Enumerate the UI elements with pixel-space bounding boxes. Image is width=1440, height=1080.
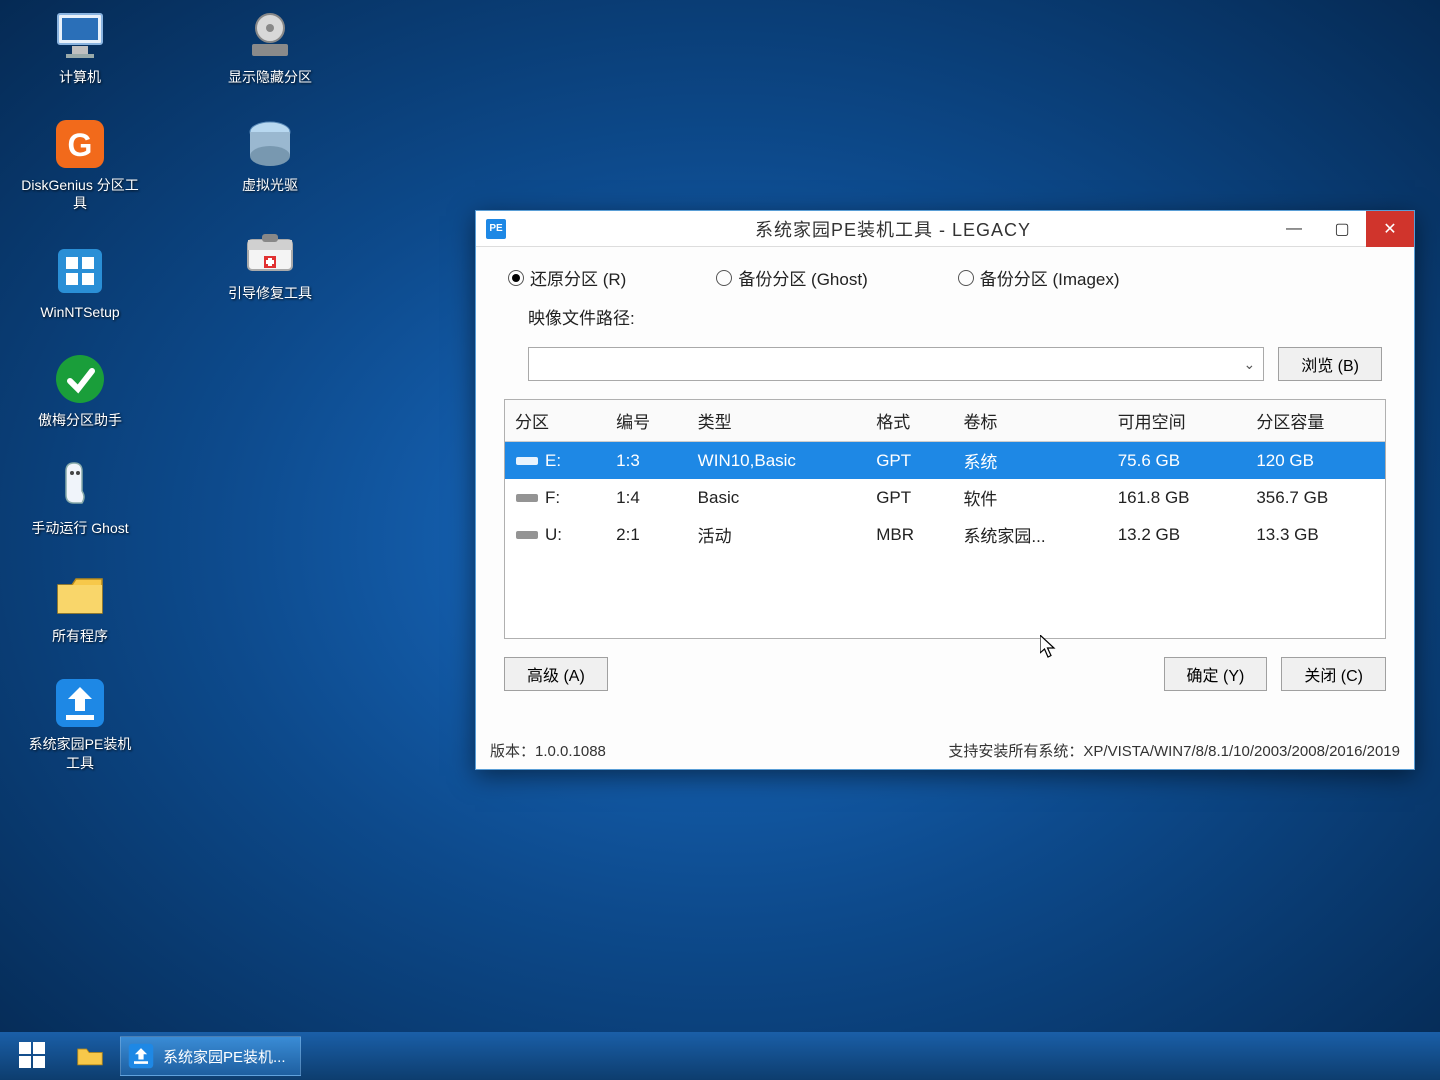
boot-repair-icon bbox=[242, 224, 298, 280]
col-header[interactable]: 格式 bbox=[866, 400, 953, 442]
window-controls: — ▢ ✕ bbox=[1270, 211, 1414, 247]
image-path-label: 映像文件路径: bbox=[528, 304, 635, 329]
desktop-icon-aomei-partition[interactable]: 傲梅分区助手 bbox=[20, 351, 140, 429]
col-header[interactable]: 分区 bbox=[505, 400, 606, 442]
col-header[interactable]: 类型 bbox=[688, 400, 867, 442]
image-path-row: 映像文件路径: bbox=[498, 304, 1392, 347]
pe-installer-icon bbox=[52, 675, 108, 731]
diskgenius-icon: G bbox=[52, 116, 108, 172]
app-icon: PE bbox=[486, 219, 506, 239]
window-content: 还原分区 (R) 备份分区 (Ghost) 备份分区 (Imagex) 映像文件… bbox=[476, 247, 1414, 726]
disk-icon bbox=[515, 528, 539, 542]
desktop-icon-label: WinNTSetup bbox=[40, 303, 119, 321]
col-header[interactable]: 编号 bbox=[606, 400, 688, 442]
taskbar-pe-installer[interactable]: 系统家园PE装机... bbox=[120, 1036, 301, 1076]
close-dialog-button[interactable]: 关闭 (C) bbox=[1281, 657, 1386, 691]
start-button[interactable] bbox=[6, 1036, 60, 1076]
disk-icon bbox=[515, 491, 539, 505]
table-row[interactable]: E:1:3WIN10,BasicGPT系统75.6 GB120 GB bbox=[505, 442, 1385, 480]
table-row[interactable]: F:1:4BasicGPT软件161.8 GB356.7 GB bbox=[505, 479, 1385, 516]
installer-icon bbox=[127, 1042, 155, 1070]
radio-backup-ghost-label: 备份分区 (Ghost) bbox=[738, 265, 867, 290]
windows-logo-icon bbox=[19, 1042, 47, 1070]
show-hidden-partition-icon bbox=[242, 8, 298, 64]
desktop-icon-manual-ghost[interactable]: 手动运行 Ghost bbox=[20, 459, 140, 537]
desktop-icon-computer[interactable]: 计算机 bbox=[20, 8, 140, 86]
radio-dot-icon bbox=[508, 270, 524, 286]
mode-radio-group: 还原分区 (R) 备份分区 (Ghost) 备份分区 (Imagex) bbox=[498, 265, 1392, 304]
partition-table-wrap: 分区编号类型格式卷标可用空间分区容量 E:1:3WIN10,BasicGPT系统… bbox=[504, 399, 1386, 639]
browse-button[interactable]: 浏览 (B) bbox=[1278, 347, 1382, 381]
radio-restore-label: 还原分区 (R) bbox=[530, 265, 626, 290]
window-title: 系统家园PE装机工具 - LEGACY bbox=[516, 216, 1270, 242]
advanced-button[interactable]: 高级 (A) bbox=[504, 657, 608, 691]
aomei-partition-icon bbox=[52, 351, 108, 407]
pe-installer-window: PE 系统家园PE装机工具 - LEGACY — ▢ ✕ 还原分区 (R) 备份… bbox=[475, 210, 1415, 770]
desktop-icon-label: 傲梅分区助手 bbox=[38, 411, 122, 429]
winntsetup-icon bbox=[52, 243, 108, 299]
all-programs-icon bbox=[52, 567, 108, 623]
svg-text:G: G bbox=[68, 127, 93, 163]
disk-icon bbox=[515, 454, 539, 468]
taskbar-file-explorer[interactable] bbox=[66, 1036, 114, 1076]
close-button[interactable]: ✕ bbox=[1366, 211, 1414, 247]
desktop-icon-virtual-drive[interactable]: 虚拟光驱 bbox=[210, 116, 330, 194]
radio-backup-ghost[interactable]: 备份分区 (Ghost) bbox=[716, 265, 867, 290]
radio-restore[interactable]: 还原分区 (R) bbox=[508, 265, 626, 290]
maximize-button[interactable]: ▢ bbox=[1318, 211, 1366, 247]
desktop-icon-show-hidden-partition[interactable]: 显示隐藏分区 bbox=[210, 8, 330, 86]
desktop-icon-label: DiskGenius 分区工具 bbox=[20, 176, 140, 212]
col-header[interactable]: 可用空间 bbox=[1108, 400, 1247, 442]
desktop-icon-label: 手动运行 Ghost bbox=[31, 519, 128, 537]
desktop-icon-label: 引导修复工具 bbox=[228, 284, 312, 302]
minimize-button[interactable]: — bbox=[1270, 211, 1318, 247]
virtual-drive-icon bbox=[242, 116, 298, 172]
desktop-icon-label: 计算机 bbox=[59, 68, 101, 86]
desktop-icon-boot-repair[interactable]: 引导修复工具 bbox=[210, 224, 330, 302]
version-label: 版本：1.0.0.1088 bbox=[490, 740, 606, 761]
manual-ghost-icon bbox=[52, 459, 108, 515]
desktop-icon-pe-installer[interactable]: 系统家园PE装机 工具 bbox=[20, 675, 140, 771]
desktop-icon-all-programs[interactable]: 所有程序 bbox=[20, 567, 140, 645]
desktop-icon-label: 系统家园PE装机 工具 bbox=[20, 735, 140, 771]
desktop-icon-label: 所有程序 bbox=[52, 627, 108, 645]
image-path-input-row: ⌄ 浏览 (B) bbox=[498, 347, 1392, 399]
radio-dot-icon bbox=[716, 270, 732, 286]
radio-backup-imagex-label: 备份分区 (Imagex) bbox=[980, 265, 1120, 290]
computer-icon bbox=[52, 8, 108, 64]
desktop-icon-label: 显示隐藏分区 bbox=[228, 68, 312, 86]
table-row[interactable]: U:2:1活动MBR系统家园...13.2 GB13.3 GB bbox=[505, 516, 1385, 553]
taskbar: 系统家园PE装机... bbox=[0, 1032, 1440, 1080]
window-footer: 版本：1.0.0.1088 支持安装所有系统：XP/VISTA/WIN7/8/8… bbox=[476, 726, 1414, 769]
col-header[interactable]: 分区容量 bbox=[1246, 400, 1385, 442]
folder-icon bbox=[76, 1042, 104, 1070]
titlebar: PE 系统家园PE装机工具 - LEGACY — ▢ ✕ bbox=[476, 211, 1414, 247]
image-path-dropdown[interactable]: ⌄ bbox=[528, 347, 1264, 381]
col-header[interactable]: 卷标 bbox=[953, 400, 1107, 442]
taskbar-app-label: 系统家园PE装机... bbox=[163, 1046, 286, 1067]
desktop-icon-diskgenius[interactable]: G DiskGenius 分区工具 bbox=[20, 116, 140, 212]
desktop-icon-winntsetup[interactable]: WinNTSetup bbox=[20, 243, 140, 321]
bottom-button-row: 高级 (A) 确定 (Y) 关闭 (C) bbox=[498, 639, 1392, 691]
partition-table: 分区编号类型格式卷标可用空间分区容量 E:1:3WIN10,BasicGPT系统… bbox=[505, 400, 1385, 553]
chevron-down-icon: ⌄ bbox=[1243, 356, 1255, 373]
radio-backup-imagex[interactable]: 备份分区 (Imagex) bbox=[958, 265, 1120, 290]
radio-dot-icon bbox=[958, 270, 974, 286]
ok-button[interactable]: 确定 (Y) bbox=[1164, 657, 1268, 691]
desktop-icon-label: 虚拟光驱 bbox=[242, 176, 298, 194]
support-label: 支持安装所有系统：XP/VISTA/WIN7/8/8.1/10/2003/200… bbox=[948, 740, 1400, 761]
